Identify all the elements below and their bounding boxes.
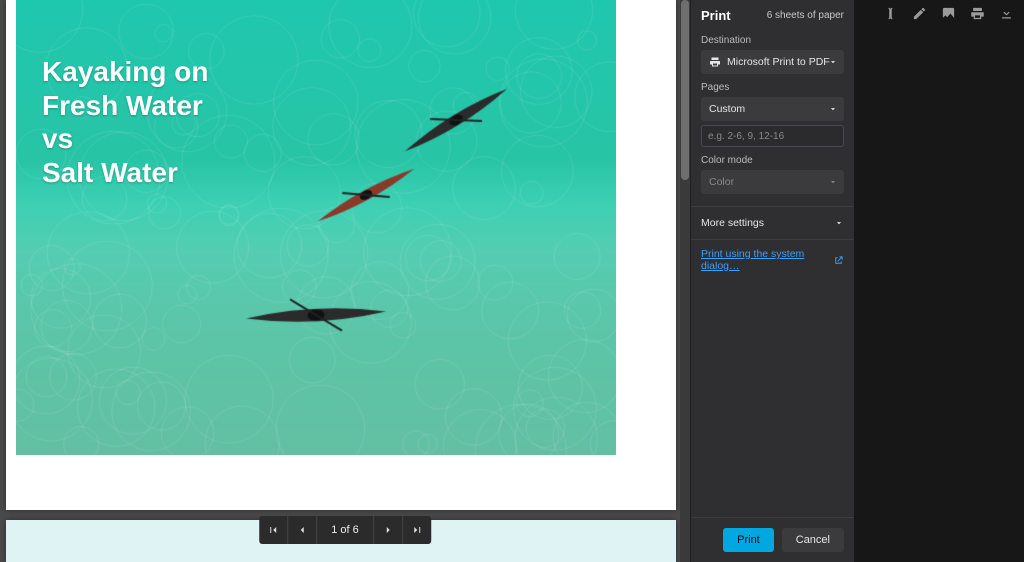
next-page-button[interactable] (374, 516, 402, 544)
preview-scrollbar-thumb[interactable] (681, 0, 689, 180)
image-icon[interactable] (941, 6, 956, 21)
pagination-toolbar: 1 of 6 (259, 516, 431, 544)
more-settings-label: More settings (701, 217, 764, 229)
first-page-button[interactable] (259, 516, 287, 544)
printer-icon (709, 56, 721, 68)
viewer-right-strip (854, 0, 1024, 562)
document-title: Kayaking on Fresh Water vs Salt Water (42, 55, 208, 189)
system-dialog-link[interactable]: Print using the system dialog… (701, 248, 833, 272)
title-line: Kayaking on (42, 55, 208, 89)
download-icon[interactable] (999, 6, 1014, 21)
destination-value: Microsoft Print to PDF (727, 56, 830, 68)
chevron-down-icon (828, 104, 838, 114)
prev-page-icon (296, 524, 308, 536)
paper-count-label: 6 sheets of paper (767, 10, 844, 21)
pages-dropdown[interactable]: Custom (701, 97, 844, 121)
prev-page-button[interactable] (288, 516, 316, 544)
last-page-icon (411, 524, 423, 536)
title-line: Fresh Water (42, 89, 208, 123)
chevron-down-icon (834, 218, 844, 228)
color-section: Color mode Color (691, 153, 854, 200)
chevron-down-icon (828, 57, 838, 67)
printer-icon[interactable] (970, 6, 985, 21)
chevron-down-icon (828, 177, 838, 187)
cancel-button[interactable]: Cancel (782, 528, 844, 552)
preview-page-1: Kayaking on Fresh Water vs Salt Water (6, 0, 676, 510)
destination-dropdown[interactable]: Microsoft Print to PDF (701, 50, 844, 74)
print-panel-title: Print (701, 8, 731, 23)
color-value: Color (709, 176, 734, 188)
page-indicator: 1 of 6 (317, 516, 373, 544)
destination-section: Destination Microsoft Print to PDF (691, 33, 854, 80)
text-cursor-icon[interactable] (883, 6, 898, 21)
color-label: Color mode (701, 155, 844, 166)
preview-scroll[interactable]: Kayaking on Fresh Water vs Salt Water (0, 0, 690, 562)
hero-image: Kayaking on Fresh Water vs Salt Water (16, 0, 616, 455)
pencil-icon[interactable] (912, 6, 927, 21)
title-line: vs (42, 122, 208, 156)
more-settings-toggle[interactable]: More settings (691, 206, 854, 240)
title-line: Salt Water (42, 156, 208, 190)
viewer-toolbar (883, 6, 1014, 21)
app-root: Kayaking on Fresh Water vs Salt Water 1 … (0, 0, 1024, 562)
print-panel-header: Print 6 sheets of paper (691, 0, 854, 33)
print-panel: Print 6 sheets of paper Destination Micr… (690, 0, 854, 562)
color-dropdown[interactable]: Color (701, 170, 844, 194)
preview-scrollbar[interactable] (680, 0, 690, 562)
print-button[interactable]: Print (723, 528, 774, 552)
first-page-icon (267, 524, 279, 536)
pages-range-input[interactable] (701, 125, 844, 147)
print-panel-footer: Print Cancel (691, 517, 854, 562)
pages-section: Pages Custom (691, 80, 854, 153)
destination-label: Destination (701, 35, 844, 46)
pages-value: Custom (709, 103, 745, 115)
external-link-icon (833, 255, 844, 266)
system-dialog-row: Print using the system dialog… (691, 240, 854, 280)
last-page-button[interactable] (403, 516, 431, 544)
print-preview-area: Kayaking on Fresh Water vs Salt Water 1 … (0, 0, 690, 562)
next-page-icon (382, 524, 394, 536)
pages-label: Pages (701, 82, 844, 93)
